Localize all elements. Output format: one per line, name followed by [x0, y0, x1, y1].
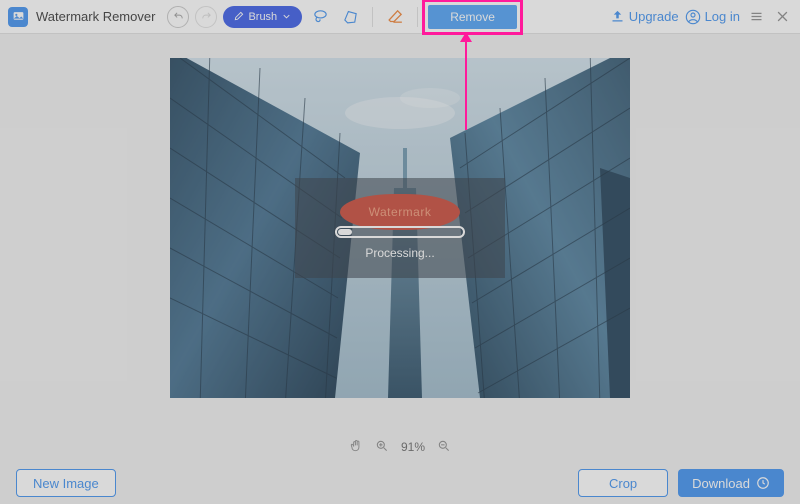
separator [372, 7, 373, 27]
image-canvas[interactable]: Watermark Processing... [170, 58, 630, 398]
redo-button[interactable] [195, 6, 217, 28]
menu-button[interactable] [746, 7, 766, 27]
lasso-tool-icon[interactable] [308, 5, 332, 29]
zoom-in-icon[interactable] [375, 439, 389, 456]
zoom-out-icon[interactable] [437, 439, 451, 456]
brush-label: Brush [248, 11, 277, 23]
brush-tool-button[interactable]: Brush [223, 6, 302, 28]
app-title: Watermark Remover [36, 9, 155, 24]
processing-label: Processing... [365, 246, 434, 260]
app-logo-icon [8, 7, 28, 27]
clock-icon [756, 476, 770, 490]
upgrade-link[interactable]: Upgrade [610, 9, 679, 24]
eraser-tool-icon[interactable] [383, 5, 407, 29]
crop-button[interactable]: Crop [578, 469, 668, 497]
zoom-value: 91% [401, 440, 425, 454]
download-button[interactable]: Download [678, 469, 784, 497]
annotation-arrow [465, 40, 467, 130]
zoom-controls: 91% [0, 432, 800, 462]
processing-overlay: Watermark Processing... [295, 178, 505, 278]
user-icon [685, 9, 701, 25]
separator [417, 7, 418, 27]
bottom-bar: New Image Crop Download [0, 462, 800, 504]
login-link[interactable]: Log in [685, 9, 740, 25]
remove-button[interactable]: Remove [428, 5, 517, 29]
canvas-area: Watermark Processing... [0, 34, 800, 432]
upload-icon [610, 9, 625, 24]
undo-button[interactable] [167, 6, 189, 28]
chevron-down-icon [281, 11, 292, 22]
top-toolbar: Watermark Remover Brush Remove Upgrade L… [0, 0, 800, 34]
new-image-button[interactable]: New Image [16, 469, 116, 497]
watermark-blob: Watermark [340, 194, 460, 230]
progress-bar [335, 226, 465, 238]
progress-fill [338, 229, 352, 235]
close-button[interactable] [772, 7, 792, 27]
polygon-tool-icon[interactable] [338, 5, 362, 29]
hand-tool-icon[interactable] [349, 439, 363, 456]
